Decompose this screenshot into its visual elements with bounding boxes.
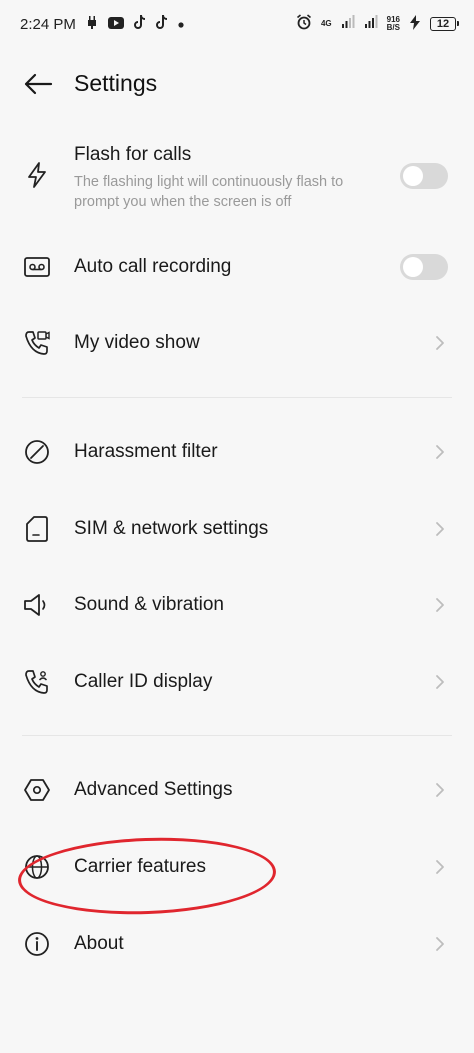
charging-icon <box>409 14 421 34</box>
settings-item-label: Caller ID display <box>74 671 213 692</box>
chevron-right-icon <box>434 520 446 538</box>
chevron-right-icon <box>434 334 446 352</box>
settings-item-label: Harassment filter <box>74 441 218 462</box>
settings-item-label: Flash for calls <box>74 144 192 165</box>
settings-item-carrier-features[interactable]: Carrier features <box>0 840 474 894</box>
signal-icon <box>364 15 378 33</box>
battery-level: 12 <box>436 18 450 30</box>
settings-item-label: My video show <box>74 332 200 353</box>
settings-item-label: Advanced Settings <box>74 779 233 800</box>
block-icon <box>22 437 52 467</box>
battery-icon: 12 <box>430 17 459 31</box>
alarm-icon <box>296 14 312 34</box>
settings-item-caller-id-display[interactable]: Caller ID display <box>0 655 474 709</box>
settings-item-label: Carrier features <box>74 856 206 877</box>
settings-item-harassment-filter[interactable]: Harassment filter <box>0 425 474 479</box>
flash-for-calls-toggle[interactable] <box>400 163 448 189</box>
section-divider <box>22 397 452 398</box>
chevron-right-icon <box>434 596 446 614</box>
youtube-icon <box>107 16 124 33</box>
settings-item-flash-for-calls[interactable]: Flash for calls The flashing light will … <box>0 138 474 214</box>
settings-item-auto-call-recording[interactable]: Auto call recording <box>0 240 474 294</box>
section-divider <box>22 735 452 736</box>
network-speed: 916 B/S <box>387 16 400 32</box>
settings-item-label: Auto call recording <box>74 256 232 277</box>
settings-item-label: About <box>74 933 124 954</box>
back-arrow-icon <box>23 73 53 100</box>
flash-icon <box>22 160 52 190</box>
usb-debug-icon <box>85 15 99 33</box>
chevron-right-icon <box>434 673 446 691</box>
hexagon-settings-icon <box>22 775 52 805</box>
signal-icon <box>341 15 355 33</box>
voicemail-icon <box>22 252 52 282</box>
page-title: Settings <box>74 70 158 96</box>
status-bar: 2:24 PM 4G 916 B/S 12 <box>0 0 474 48</box>
auto-call-recording-toggle[interactable] <box>400 254 448 280</box>
status-time: 2:24 PM <box>20 15 76 33</box>
globe-icon <box>22 852 52 882</box>
chevron-right-icon <box>434 858 446 876</box>
network-type-label: 4G <box>320 19 332 28</box>
settings-item-my-video-show[interactable]: My video show <box>0 316 474 370</box>
dot-icon <box>177 16 185 33</box>
tiktok-icon <box>155 14 168 34</box>
video-call-icon <box>22 328 52 358</box>
tiktok-icon <box>133 14 146 34</box>
chevron-right-icon <box>434 935 446 953</box>
network-type: 4G <box>321 20 332 28</box>
chevron-right-icon <box>434 443 446 461</box>
settings-item-advanced-settings[interactable]: Advanced Settings <box>0 763 474 817</box>
sim-card-icon <box>22 514 52 544</box>
speed-unit: B/S <box>386 23 400 32</box>
settings-item-sound-vibration[interactable]: Sound & vibration <box>0 578 474 632</box>
back-button[interactable] <box>20 70 56 102</box>
settings-item-about[interactable]: About <box>0 917 474 971</box>
settings-item-label: SIM & network settings <box>74 518 269 539</box>
chevron-right-icon <box>434 781 446 799</box>
speaker-icon <box>22 590 52 620</box>
caller-id-icon <box>22 667 52 697</box>
info-icon <box>22 929 52 959</box>
settings-item-description: The flashing light will continuously fla… <box>74 174 344 210</box>
settings-item-label: Sound & vibration <box>74 594 224 615</box>
app-header: Settings <box>0 60 474 112</box>
settings-item-sim-network[interactable]: SIM & network settings <box>0 502 474 556</box>
